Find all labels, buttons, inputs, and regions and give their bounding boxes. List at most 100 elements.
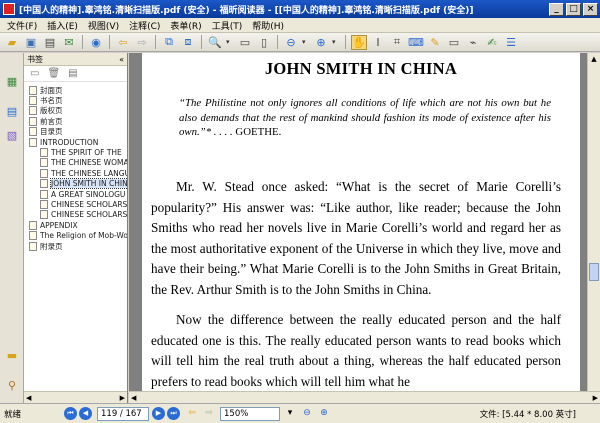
comments-tab-icon[interactable]: ▬ xyxy=(5,349,19,363)
next-view-icon[interactable]: ⇨ xyxy=(202,407,216,420)
page-icon xyxy=(40,199,48,209)
bookmark-horizontal-scrollbar[interactable]: ◀ ▶ xyxy=(24,391,127,403)
bookmark-item[interactable]: The Religion of Mob-Wo xyxy=(24,230,127,241)
zoom-dropdown-icon[interactable]: ▾ xyxy=(283,407,297,420)
hand-icon[interactable]: ✋ xyxy=(351,34,367,50)
bookmark-panel-header: 书签 « xyxy=(24,53,127,66)
scroll-left-icon[interactable]: ◀ xyxy=(131,394,136,402)
bookmark-item[interactable]: 版权页 xyxy=(24,106,127,116)
menu-insert[interactable]: 插入(E) xyxy=(42,19,83,32)
next-page-button[interactable]: ▶ xyxy=(152,407,165,420)
save-icon[interactable]: ▣ xyxy=(23,35,39,50)
delete-bookmark-icon[interactable]: 🗑 xyxy=(47,68,60,79)
bookmark-item[interactable]: CHINESE SCHOLARSI xyxy=(24,210,127,220)
attachments-tab-icon[interactable]: ⚲ xyxy=(5,379,19,393)
menu-help[interactable]: 帮助(H) xyxy=(247,19,289,32)
zoom-plus-icon[interactable]: ⊕ xyxy=(313,35,329,50)
bookmark-item[interactable]: THE CHINESE WOMA xyxy=(24,158,127,168)
page-icon xyxy=(40,210,48,220)
menu-file[interactable]: 文件(F) xyxy=(2,19,42,32)
menu-tools[interactable]: 工具(T) xyxy=(207,19,248,32)
page-icon xyxy=(29,96,37,106)
menu-comment[interactable]: 注释(C) xyxy=(124,19,165,32)
note-icon[interactable]: ✎ xyxy=(427,35,443,50)
zoom-plus-dropdown-icon[interactable]: ▾ xyxy=(332,38,340,46)
snapshot-icon[interactable]: ⌗ xyxy=(389,35,405,50)
page-layout-icon[interactable]: ⧉ xyxy=(161,35,177,50)
menu-bar: 文件(F) 插入(E) 视图(V) 注释(C) 表单(R) 工具(T) 帮助(H… xyxy=(0,18,600,33)
page-icon xyxy=(40,168,48,178)
layers-icon[interactable]: ☰ xyxy=(503,35,519,50)
menu-form[interactable]: 表单(R) xyxy=(165,19,206,32)
page-icon xyxy=(29,220,37,230)
document-horizontal-scrollbar[interactable]: ◀ ▶ xyxy=(129,391,600,403)
first-page-button[interactable]: ⏮ xyxy=(64,407,77,420)
bookmark-properties-icon[interactable]: ▤ xyxy=(68,68,77,79)
back-icon[interactable]: ⇦ xyxy=(115,35,131,50)
last-page-button[interactable]: ⏭ xyxy=(167,407,180,420)
bookmark-item[interactable]: 附录页 xyxy=(24,241,127,251)
bookmark-item[interactable]: A GREAT SINOLOGU xyxy=(24,189,127,199)
zoom-out-icon[interactable]: ⊖ xyxy=(283,35,299,50)
forward-icon[interactable]: ⇨ xyxy=(134,35,150,50)
zoom-out-dropdown-icon[interactable]: ▾ xyxy=(302,38,310,46)
first-page-icon[interactable]: ◉ xyxy=(88,35,104,50)
bookmark-item-selected[interactable]: JOHN SMITH IN CHIN xyxy=(24,178,127,190)
previous-page-button[interactable]: ◀ xyxy=(79,407,92,420)
zoom-out-status-icon[interactable]: ⊖ xyxy=(300,407,314,420)
scroll-right-icon[interactable]: ▶ xyxy=(593,394,598,402)
previous-view-icon[interactable]: ⇦ xyxy=(185,407,199,420)
zoom-level-field[interactable]: 150% xyxy=(220,406,280,421)
menu-view[interactable]: 视图(V) xyxy=(83,19,124,32)
page-icon xyxy=(40,148,48,158)
zoom-dropdown-icon[interactable]: ▾ xyxy=(226,38,234,46)
collapse-panel-icon[interactable]: « xyxy=(119,55,124,64)
bookmark-item[interactable]: THE SPIRIT OF THE xyxy=(24,147,127,158)
bookmark-item[interactable]: 前言页 xyxy=(24,116,127,126)
pdf-page: JOHN SMITH IN CHINA “The Philistine not … xyxy=(142,53,580,391)
bookmark-item[interactable]: 目录页 xyxy=(24,127,127,137)
highlight-icon[interactable]: ▭ xyxy=(446,35,462,50)
page-number-field[interactable]: 119 / 167 xyxy=(97,406,149,421)
bookmark-item[interactable]: 书名页 xyxy=(24,95,127,105)
bookmark-tools: ▭ 🗑 ▤ xyxy=(24,66,127,82)
link-icon[interactable]: ⌁ xyxy=(465,35,481,50)
zoom-in-status-icon[interactable]: ⊕ xyxy=(317,407,331,420)
bookmark-item[interactable]: INTRODUCTION xyxy=(24,137,127,147)
email-icon[interactable]: ✉ xyxy=(61,35,77,50)
document-vertical-scrollbar[interactable]: ▲ xyxy=(587,53,600,391)
sign-icon[interactable]: ✍ xyxy=(484,35,500,50)
scroll-up-icon[interactable]: ▲ xyxy=(588,53,600,65)
print-icon[interactable]: ▤ xyxy=(42,35,58,50)
status-ready: 就绪 xyxy=(4,409,22,420)
bookmark-item[interactable]: CHINESE SCHOLARSI xyxy=(24,199,127,209)
maximize-button[interactable]: □ xyxy=(566,2,581,16)
app-icon xyxy=(3,3,15,15)
bookmark-item[interactable]: THE CHINESE LANGU xyxy=(24,168,127,178)
open-icon[interactable]: ▰ xyxy=(4,35,20,50)
fit-page-icon[interactable]: ▯ xyxy=(256,35,272,50)
scroll-right-icon[interactable]: ▶ xyxy=(120,394,125,402)
typewriter-icon[interactable]: ⌨ xyxy=(408,35,424,50)
page-icon xyxy=(29,116,37,126)
document-view[interactable]: JOHN SMITH IN CHINA “The Philistine not … xyxy=(129,53,600,403)
fit-width-icon[interactable]: ▭ xyxy=(237,35,253,50)
scroll-left-icon[interactable]: ◀ xyxy=(26,394,31,402)
close-button[interactable]: × xyxy=(583,2,598,16)
bookmark-item[interactable]: 封面页 xyxy=(24,85,127,95)
minimize-button[interactable]: _ xyxy=(549,2,564,16)
select-text-icon[interactable]: I xyxy=(370,35,386,50)
bookmarks-tab-icon[interactable]: ▦ xyxy=(5,75,19,89)
extract-icon[interactable]: ⧈ xyxy=(180,35,196,50)
bookmark-panel-title: 书签 xyxy=(27,54,43,64)
bookmark-item[interactable]: APPENDIX xyxy=(24,220,127,230)
status-bar: 就绪 ⏮ ◀ 119 / 167 ▶ ⏭ ⇦ ⇨ 150% ▾ ⊖ ⊕ 文件: … xyxy=(0,403,600,423)
zoom-in-icon[interactable]: 🔍 xyxy=(207,35,223,50)
pages-tab-icon[interactable]: ▤ xyxy=(5,105,19,119)
new-bookmark-icon[interactable]: ▭ xyxy=(30,68,39,79)
page-icon xyxy=(40,158,48,168)
body-paragraph: Mr. W. Stead once asked: “What is the se… xyxy=(151,179,561,297)
scrollbar-thumb[interactable] xyxy=(589,263,599,281)
layers-tab-icon[interactable]: ▧ xyxy=(5,129,19,143)
page-icon xyxy=(29,127,37,137)
